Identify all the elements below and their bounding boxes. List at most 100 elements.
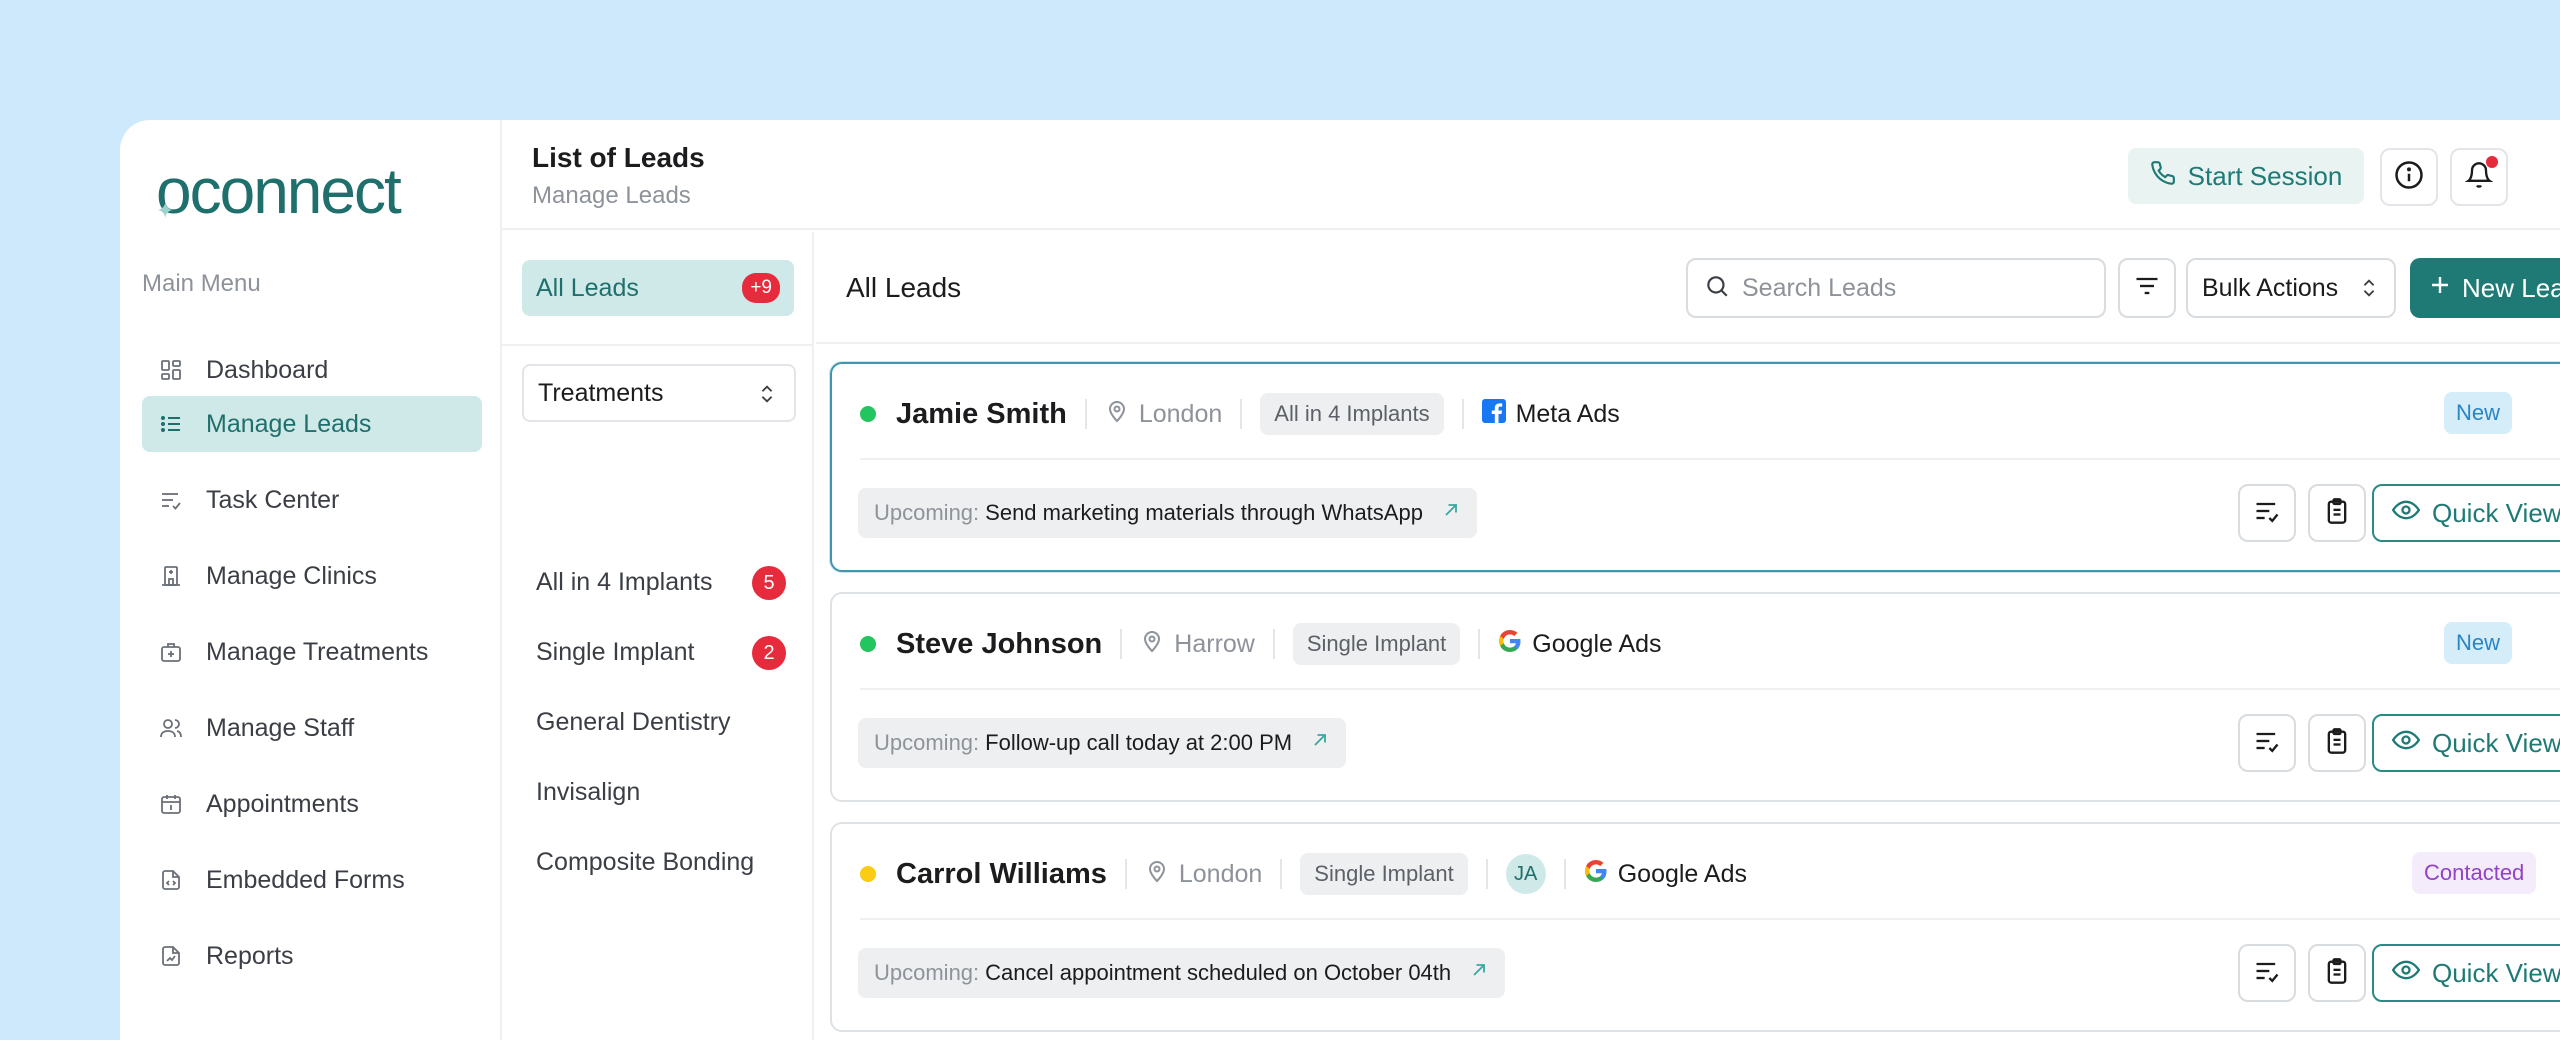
lead-name[interactable]: Jamie Smith xyxy=(896,398,1067,431)
facebook-icon xyxy=(1481,398,1506,430)
filter-label: All Leads xyxy=(536,273,639,302)
upcoming-task[interactable]: Upcoming: Send marketing materials throu… xyxy=(858,488,1477,538)
lead-card[interactable]: Jamie Smith London All in 4 Implants Met… xyxy=(830,362,2560,572)
status-badge: Contacted xyxy=(2412,852,2537,894)
report-icon xyxy=(158,943,184,969)
upcoming-task[interactable]: Upcoming: Cancel appointment scheduled o… xyxy=(858,948,1506,998)
assignee-avatar[interactable]: JA xyxy=(1505,854,1546,894)
calendar-icon xyxy=(158,791,184,817)
google-icon xyxy=(1584,859,1608,890)
divider xyxy=(860,918,2560,920)
filter-button[interactable] xyxy=(2118,258,2176,318)
search-box xyxy=(1686,258,2106,318)
clipboard-icon xyxy=(2323,497,2351,530)
info-button[interactable] xyxy=(2380,148,2438,206)
location-text: London xyxy=(1138,399,1223,428)
quick-view-button[interactable]: Quick View xyxy=(2372,714,2560,772)
treatments-select[interactable]: Treatments xyxy=(522,364,796,422)
source-text: Google Ads xyxy=(1617,859,1747,888)
dashboard-icon xyxy=(158,357,184,383)
lead-name[interactable]: Carrol Williams xyxy=(896,858,1107,891)
page-header: List of Leads Manage Leads Start Session xyxy=(502,120,2560,230)
lead-name[interactable]: Steve Johnson xyxy=(896,628,1102,661)
separator xyxy=(1272,629,1275,659)
notes-button[interactable] xyxy=(2308,484,2366,542)
notes-button[interactable] xyxy=(2308,944,2366,1002)
sparkle-icon: ✦ xyxy=(156,198,175,223)
separator xyxy=(1120,629,1123,659)
lead-card[interactable]: Carrol Williams London Single Implant JA… xyxy=(830,822,2560,1032)
sidebar-item-appointments[interactable]: Appointments xyxy=(142,776,482,832)
medical-bag-icon xyxy=(158,639,184,665)
tasks-button[interactable] xyxy=(2238,714,2296,772)
sidebar-item-manage-clinics[interactable]: Manage Clinics xyxy=(142,548,482,604)
sidebar-item-manage-treatments[interactable]: Manage Treatments xyxy=(142,624,482,680)
logo[interactable]: ✦ oconnect xyxy=(156,155,476,227)
location-pin-icon xyxy=(1145,859,1169,890)
filter-treatment-item[interactable]: General Dentistry xyxy=(536,702,786,742)
leads-main: All Leads Bulk Actions New Lea xyxy=(816,232,2560,1040)
new-lead-label: New Lea xyxy=(2462,272,2560,303)
arrow-up-right-icon xyxy=(1310,730,1330,756)
divider xyxy=(860,688,2560,690)
code-file-icon xyxy=(158,867,184,893)
lead-summary: Carrol Williams London Single Implant JA… xyxy=(860,850,2560,898)
sidebar-item-manage-staff[interactable]: Manage Staff xyxy=(142,700,482,756)
filter-treatment-item[interactable]: Single Implant 2 xyxy=(536,632,786,672)
sidebar-item-task-center[interactable]: Task Center xyxy=(142,472,482,528)
location-text: Harrow xyxy=(1174,629,1255,658)
upcoming-label: Upcoming: xyxy=(874,500,980,525)
task-list-icon xyxy=(2253,727,2281,760)
treatment-label: Invisalign xyxy=(536,777,641,806)
count-badge: 2 xyxy=(752,636,786,670)
filter-treatment-item[interactable]: All in 4 Implants 5 xyxy=(536,562,786,602)
sidebar-item-label: Manage Staff xyxy=(206,713,355,742)
eye-icon xyxy=(2391,496,2421,531)
page-title: List of Leads xyxy=(532,142,705,173)
tasks-button[interactable] xyxy=(2238,484,2296,542)
arrow-up-right-icon xyxy=(1469,960,1489,986)
status-dot xyxy=(860,406,876,422)
sidebar-item-embedded-forms[interactable]: Embedded Forms xyxy=(142,852,482,908)
notifications-button[interactable] xyxy=(2450,148,2508,206)
start-session-button[interactable]: Start Session xyxy=(2128,148,2364,204)
phone-icon xyxy=(2150,160,2176,193)
info-icon xyxy=(2394,160,2424,195)
tasks-button[interactable] xyxy=(2238,944,2296,1002)
sidebar-item-label: Embedded Forms xyxy=(206,865,405,894)
location-pin-icon xyxy=(1105,399,1129,430)
upcoming-label: Upcoming: xyxy=(874,960,980,985)
filter-treatment-item[interactable]: Composite Bonding xyxy=(536,842,786,882)
treatment-chip: Single Implant xyxy=(1292,623,1461,665)
new-lead-button[interactable]: New Lea xyxy=(2410,258,2560,318)
lead-summary: Steve Johnson Harrow Single Implant Goog… xyxy=(860,620,2560,668)
sidebar-item-label: Manage Clinics xyxy=(206,561,377,590)
eye-icon xyxy=(2391,956,2421,991)
separator xyxy=(1485,859,1488,889)
chevron-up-down-icon xyxy=(756,382,778,413)
quick-view-button[interactable]: Quick View xyxy=(2372,484,2560,542)
sidebar-item-dashboard[interactable]: Dashboard xyxy=(142,342,482,398)
lead-location: London xyxy=(1145,859,1262,890)
lead-location: Harrow xyxy=(1140,629,1255,660)
filter-all-leads[interactable]: All Leads +9 xyxy=(522,260,794,316)
source-text: Meta Ads xyxy=(1515,399,1620,428)
separator xyxy=(1478,629,1481,659)
section-title: All Leads xyxy=(846,272,962,303)
count-badge: +9 xyxy=(742,273,780,303)
filter-icon xyxy=(2133,272,2161,305)
notes-button[interactable] xyxy=(2308,714,2366,772)
sidebar-item-manage-leads[interactable]: Manage Leads xyxy=(142,396,482,452)
task-list-icon xyxy=(2253,957,2281,990)
bulk-actions-select[interactable]: Bulk Actions xyxy=(2186,258,2396,318)
treatment-label: Composite Bonding xyxy=(536,847,755,876)
sidebar-item-reports[interactable]: Reports xyxy=(142,928,482,984)
arrow-up-right-icon xyxy=(1441,500,1461,526)
building-icon xyxy=(158,563,184,589)
upcoming-task[interactable]: Upcoming: Follow-up call today at 2:00 P… xyxy=(858,718,1347,768)
search-input[interactable] xyxy=(1742,273,2082,303)
search-icon xyxy=(1704,273,1730,304)
filter-treatment-item[interactable]: Invisalign xyxy=(536,772,786,812)
quick-view-button[interactable]: Quick View xyxy=(2372,944,2560,1002)
lead-card[interactable]: Steve Johnson Harrow Single Implant Goog… xyxy=(830,592,2560,802)
